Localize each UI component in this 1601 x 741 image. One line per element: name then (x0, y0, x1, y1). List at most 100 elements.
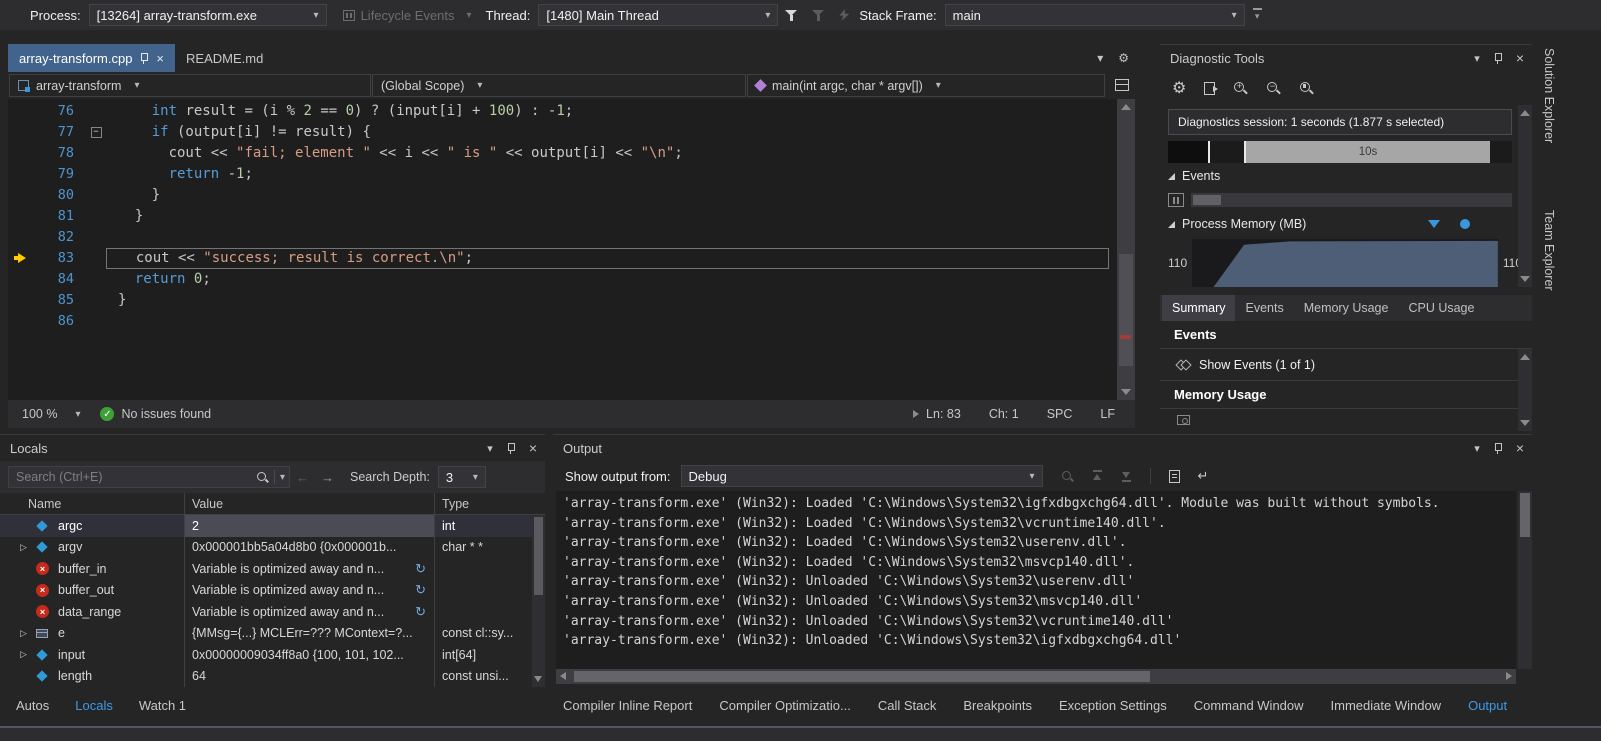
code-line[interactable]: 76 int result = (i % 2 == 0) ? (input[i]… (8, 101, 1117, 122)
scroll-up-icon[interactable] (1520, 354, 1530, 360)
code-line[interactable]: 78 cout << "fail; element " << i << " is… (8, 143, 1117, 164)
search-icon[interactable] (256, 471, 269, 484)
window-position-chevron-icon[interactable]: ▾ (1474, 52, 1480, 65)
chevron-down-icon[interactable]: ▾ (280, 472, 285, 483)
code-text[interactable]: cout << "fail; element " << i << " is " … (106, 143, 1117, 164)
window-position-chevron-icon[interactable]: ▾ (1474, 442, 1480, 455)
breakpoint-margin[interactable] (8, 185, 32, 206)
clear-all-icon[interactable] (1169, 470, 1180, 483)
editor-tab[interactable]: README.md (175, 44, 274, 72)
output-log[interactable]: 'array-transform.exe' (Win32): Loaded 'C… (556, 491, 1516, 669)
code-line[interactable]: 85} (8, 290, 1117, 311)
breakpoint-margin[interactable] (8, 311, 32, 332)
create-report-icon[interactable] (1204, 82, 1215, 95)
refresh-icon[interactable]: ↻ (415, 582, 426, 598)
close-tab-icon[interactable]: × (156, 51, 164, 66)
scroll-down-icon[interactable] (1520, 276, 1530, 282)
tool-window-tab[interactable]: Compiler Optimizatio... (719, 698, 850, 713)
diagnostics-upper-scrollbar[interactable] (1518, 105, 1532, 287)
scroll-down-icon[interactable] (534, 676, 542, 682)
locals-row[interactable]: ▷argv0x000001bb5a04d8b0 {0x000001b...cha… (0, 537, 545, 559)
code-text[interactable]: int result = (i % 2 == 0) ? (input[i] + … (106, 101, 1117, 122)
eol-indicator[interactable]: LF (1100, 407, 1115, 421)
events-section-header[interactable]: Events (1160, 163, 1532, 189)
zoom-in-icon[interactable]: + (1233, 81, 1248, 96)
code-text[interactable]: return -1; (106, 164, 1117, 185)
code-line[interactable]: 83 cout << "success; result is correct.\… (8, 248, 1117, 269)
scope-dropdown[interactable]: (Global Scope) ▾ (372, 74, 746, 97)
tool-window-tab[interactable]: Call Stack (878, 698, 937, 713)
spaces-indicator[interactable]: SPC (1047, 407, 1073, 421)
reset-view-icon[interactable] (1299, 81, 1314, 96)
breakpoint-margin[interactable] (8, 269, 32, 290)
window-position-chevron-icon[interactable]: ▾ (487, 442, 493, 455)
fold-collapse-icon[interactable]: − (91, 127, 102, 138)
locals-value-cell[interactable]: {MMsg={...} MCLErr=??? MContext=?... (185, 623, 435, 645)
locals-value-cell[interactable]: Variable is optimized away and n...↻ (185, 580, 435, 602)
diagnostics-tab[interactable]: CPU Usage (1398, 295, 1484, 321)
tool-window-tab[interactable]: Exception Settings (1059, 698, 1167, 713)
search-forward-icon[interactable]: → (321, 470, 334, 485)
pin-icon[interactable] (1493, 52, 1503, 65)
editor-vertical-scrollbar[interactable] (1117, 99, 1135, 400)
code-line[interactable]: 79 return -1; (8, 164, 1117, 185)
column-header-value[interactable]: Value (185, 493, 435, 514)
tool-window-tab[interactable]: Compiler Inline Report (563, 698, 692, 713)
scroll-down-icon[interactable] (1520, 420, 1530, 426)
breakpoint-margin[interactable] (8, 290, 32, 311)
locals-value-cell[interactable]: Variable is optimized away and n...↻ (185, 558, 435, 580)
scroll-right-icon[interactable] (1506, 672, 1512, 680)
breakpoint-margin[interactable] (8, 206, 32, 227)
thread-dropdown[interactable]: [1480] Main Thread ▾ (538, 4, 778, 26)
diagnostics-tab[interactable]: Summary (1162, 295, 1235, 321)
show-events-row[interactable]: Show Events (1 of 1) (1160, 349, 1532, 381)
right-rail-tab[interactable]: Solution Explorer (1542, 48, 1556, 143)
process-dropdown[interactable]: [13264] array-transform.exe ▾ (89, 4, 327, 26)
breakpoint-margin[interactable] (8, 143, 32, 164)
project-dropdown[interactable]: array-transform ▾ (9, 74, 371, 97)
tool-window-tab[interactable]: Command Window (1194, 698, 1304, 713)
diagnostics-lower-scrollbar[interactable] (1518, 349, 1532, 431)
tool-window-tab[interactable]: Watch 1 (139, 698, 186, 713)
refresh-icon[interactable]: ↻ (415, 604, 426, 620)
search-box[interactable]: ▾ (8, 466, 290, 488)
tab-list-chevron-icon[interactable]: ▾ (1097, 51, 1103, 65)
code-text[interactable]: cout << "success; result is correct.\n"; (106, 248, 1109, 269)
pin-icon[interactable] (139, 52, 149, 65)
scrollbar-thumb[interactable] (534, 517, 543, 595)
diagnostics-tab[interactable]: Memory Usage (1294, 295, 1399, 321)
code-line[interactable]: 84 return 0; (8, 269, 1117, 290)
scrollbar-thumb[interactable] (574, 671, 1150, 682)
tool-window-tab[interactable]: Immediate Window (1331, 698, 1442, 713)
code-line[interactable]: 82 (8, 227, 1117, 248)
code-text[interactable]: if (output[i] != result) { (106, 122, 1117, 143)
breakpoint-margin[interactable] (8, 164, 32, 185)
locals-title-bar[interactable]: Locals ▾ × (0, 435, 545, 461)
code-line[interactable]: 77− if (output[i] != result) { (8, 122, 1117, 143)
locals-row[interactable]: ▷input0x00000009034ff8a0 {100, 101, 102.… (0, 644, 545, 666)
fold-margin[interactable]: − (86, 122, 106, 143)
output-source-dropdown[interactable]: Debug ▾ (681, 465, 1043, 487)
tool-window-tab[interactable]: Output (1468, 698, 1507, 713)
close-icon[interactable]: × (1516, 50, 1524, 66)
locals-row[interactable]: argc2int (0, 515, 545, 537)
pin-icon[interactable] (1493, 442, 1503, 455)
split-editor-icon[interactable] (1115, 79, 1129, 91)
settings-gear-icon[interactable]: ⚙ (1172, 78, 1186, 98)
locals-row[interactable]: ×buffer_inVariable is optimized away and… (0, 558, 545, 580)
diagnostics-tab[interactable]: Events (1235, 295, 1293, 321)
output-horizontal-scrollbar[interactable] (556, 669, 1516, 684)
events-track[interactable] (1191, 193, 1512, 207)
breakpoint-margin[interactable] (8, 248, 32, 269)
tool-window-tab[interactable]: Locals (75, 698, 113, 713)
code-line[interactable]: 86 (8, 311, 1117, 332)
locals-value-cell[interactable]: 2 (185, 515, 435, 537)
scroll-down-icon[interactable] (1121, 389, 1131, 395)
zoom-dropdown[interactable]: 100 % ▾ (18, 407, 84, 421)
close-icon[interactable]: × (1516, 440, 1524, 456)
lifecycle-events-button[interactable]: Lifecycle Events ▾ (343, 8, 472, 23)
search-input[interactable] (16, 470, 256, 484)
locals-row[interactable]: ×data_rangeVariable is optimized away an… (0, 601, 545, 623)
output-title-bar[interactable]: Output ▾ × (553, 435, 1532, 461)
locals-row[interactable]: ▷e{MMsg={...} MCLErr=??? MContext=?...co… (0, 623, 545, 645)
